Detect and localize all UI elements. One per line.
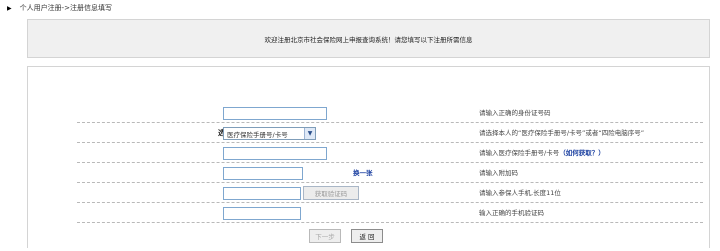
refresh-captcha-link[interactable]: 换一张: [353, 163, 373, 183]
card-number-input[interactable]: [223, 147, 327, 160]
sms-code-input[interactable]: [223, 207, 301, 220]
id-number-input[interactable]: [223, 107, 327, 120]
next-button[interactable]: 下一步: [309, 229, 341, 243]
insurance-type-select[interactable]: 医疗保险手册号/卡号 ▼: [223, 127, 316, 140]
form-row-captcha: 附加码： 换一张 请输入附加码: [77, 163, 703, 183]
form-row-mobile: 参保人手机： 获取验证码 请输入参保人手机,长度11位: [77, 183, 703, 203]
insurance-type-selected: 医疗保险手册号/卡号: [227, 130, 288, 139]
form-row-card-number: 医疗保险手册号/卡号： 请输入医疗保险手册号/卡号（如何获取？）: [77, 143, 703, 163]
sms-code-hint: 输入正确的手机验证码: [479, 209, 544, 217]
card-number-hint-text: 请输入医疗保险手册号/卡号: [479, 149, 560, 157]
welcome-banner: 欢迎注册北京市社会保险网上申报查询系统！请您填写以下注册所需信息: [27, 19, 710, 58]
mobile-input[interactable]: [223, 187, 301, 200]
id-number-hint: 请输入正确的身份证号码: [479, 109, 551, 117]
back-button[interactable]: 返 回: [351, 229, 383, 243]
card-number-hint: 请输入医疗保险手册号/卡号（如何获取？）: [479, 143, 605, 163]
captcha-input[interactable]: [223, 167, 303, 180]
form-row-insurance-type: 选择社会保险号码类型： 医疗保险手册号/卡号 ▼ 请选择本人的“医疗保险手册号/…: [77, 123, 703, 143]
mobile-hint: 请输入参保人手机,长度11位: [479, 189, 561, 197]
breadcrumb-text: 个人用户注册->注册信息填写: [19, 4, 113, 12]
form-row-id-number: 身份证号码： 请输入正确的身份证号码: [77, 103, 703, 123]
insurance-type-hint: 请选择本人的“医疗保险手册号/卡号”或者“四险电脑序号”: [479, 129, 645, 137]
chevron-down-icon[interactable]: ▼: [304, 128, 315, 139]
triangle-right-icon: ▶: [7, 4, 12, 12]
get-code-button[interactable]: 获取验证码: [303, 186, 359, 200]
captcha-hint: 请输入附加码: [479, 169, 518, 177]
how-to-get-link[interactable]: （如何获取？）: [559, 149, 605, 157]
form-actions: 下一步 返 回: [309, 229, 383, 243]
form-row-sms-code: 输入手机验证码： 输入正确的手机验证码: [77, 203, 703, 223]
breadcrumb: ▶ 个人用户注册->注册信息填写: [7, 3, 112, 13]
welcome-text: 欢迎注册北京市社会保险网上申报查询系统！请您填写以下注册所需信息: [264, 35, 473, 44]
